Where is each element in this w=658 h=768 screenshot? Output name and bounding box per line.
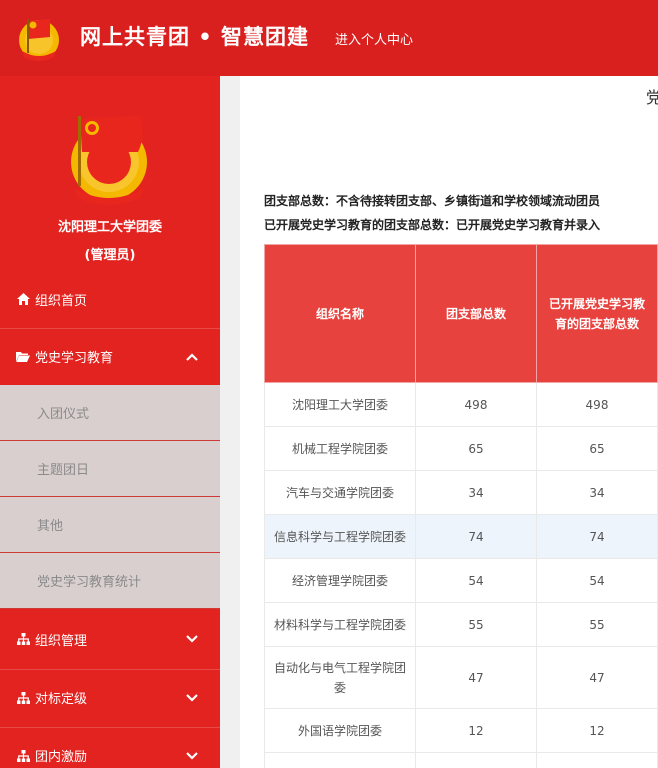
column-header-learning-total: 已开展党史学习教育的团支部总数 — [536, 244, 658, 383]
main-content: 党 团支部总数：不含待接转团支部、乡镇街道和学校领域流动团员 已开展党史学习教育… — [240, 76, 658, 768]
top-header: 网上共青团 • 智慧团建 进入个人中心 — [0, 0, 658, 76]
youth-league-logo-icon — [19, 19, 59, 61]
chevron-up-icon — [186, 353, 198, 361]
folder-open-icon — [16, 350, 30, 364]
cell-branch-total: 65 — [415, 426, 537, 471]
menu-item-label: 对标定级 — [35, 692, 88, 707]
cell-branch-total: 25 — [415, 752, 537, 768]
cell-learning-total: 55 — [536, 602, 658, 647]
menu-item-benchmark-rating[interactable]: 对标定级 — [0, 669, 220, 725]
youth-league-emblem-icon — [71, 116, 147, 205]
cell-branch-total: 54 — [415, 558, 537, 603]
cell-branch-total: 498 — [415, 382, 537, 427]
menu-item-league-incentives[interactable]: 团内激励 — [0, 727, 220, 768]
menu-item-org-home[interactable]: 组织首页 — [0, 271, 220, 327]
stats-table: 组织名称 团支部总数 已开展党史学习教育的团支部总数 沈阳理工大学团委 498 … — [264, 244, 658, 768]
cell-org-name: 信息科学与工程学院团委 — [264, 514, 416, 559]
cell-learning-total: 54 — [536, 558, 658, 603]
site-title: 网上共青团 • 智慧团建 — [80, 25, 310, 49]
table-row: 经济管理学院团委 54 54 — [264, 558, 658, 603]
cell-org-name: 自动化与电气工程学院团委 — [264, 646, 416, 709]
org-role: (管理员) — [84, 248, 136, 263]
table-row: 材料科学与工程学院团委 55 55 — [264, 602, 658, 647]
table-row: 环境与化学工程学院团委 25 25 — [264, 752, 658, 768]
submenu-item-history-stats[interactable]: 党史学习教育统计 — [0, 553, 220, 609]
menu-item-party-history[interactable]: 党史学习教育 — [0, 328, 220, 384]
sitemap-icon — [16, 691, 30, 705]
column-header-org-name: 组织名称 — [264, 244, 416, 383]
cell-learning-total: 25 — [536, 752, 658, 768]
column-header-branch-total: 团支部总数 — [415, 244, 537, 383]
submenu-item-admission-ceremony[interactable]: 入团仪式 — [0, 385, 220, 441]
cell-branch-total: 34 — [415, 470, 537, 515]
submenu-item-theme-day[interactable]: 主题团日 — [0, 441, 220, 497]
cell-branch-total: 47 — [415, 646, 537, 709]
cell-branch-total: 55 — [415, 602, 537, 647]
cell-learning-total: 74 — [536, 514, 658, 559]
cell-org-name: 沈阳理工大学团委 — [264, 382, 416, 427]
sidebar: 沈阳理工大学团委 (管理员) 组织首页 党史学习教育 入团仪式 主题团日 其他 … — [0, 76, 220, 768]
cell-branch-total: 74 — [415, 514, 537, 559]
cell-org-name: 环境与化学工程学院团委 — [264, 752, 416, 768]
menu-item-label: 党史学习教育 — [35, 351, 114, 366]
table-row: 外国语学院团委 12 12 — [264, 708, 658, 753]
sitemap-icon — [16, 749, 30, 763]
cell-learning-total: 498 — [536, 382, 658, 427]
cell-org-name: 经济管理学院团委 — [264, 558, 416, 603]
chevron-down-icon — [186, 635, 198, 643]
cell-learning-total: 12 — [536, 708, 658, 753]
table-row: 信息科学与工程学院团委 74 74 — [264, 514, 658, 559]
menu-item-org-management[interactable]: 组织管理 — [0, 611, 220, 667]
home-icon — [16, 292, 30, 306]
cell-learning-total: 47 — [536, 646, 658, 709]
menu-item-label: 组织管理 — [35, 633, 88, 649]
cell-org-name: 材料科学与工程学院团委 — [264, 602, 416, 647]
cell-learning-total: 65 — [536, 426, 658, 471]
menu-item-label: 组织首页 — [35, 293, 88, 309]
table-row: 自动化与电气工程学院团委 47 47 — [264, 646, 658, 709]
cell-org-name: 汽车与交通学院团委 — [264, 470, 416, 515]
page-title: 党 — [646, 88, 658, 107]
submenu-item-other[interactable]: 其他 — [0, 497, 220, 553]
cell-org-name: 外国语学院团委 — [264, 708, 416, 753]
desc-branch-learning: 已开展党史学习教育的团支部总数：已开展党史学习教育并录入 — [264, 218, 601, 232]
table-row: 机械工程学院团委 65 65 — [264, 426, 658, 471]
cell-learning-total: 34 — [536, 470, 658, 515]
chevron-down-icon — [186, 694, 198, 702]
personal-center-link[interactable]: 进入个人中心 — [335, 29, 413, 48]
menu-item-label: 团内激励 — [35, 750, 88, 765]
cell-branch-total: 12 — [415, 708, 537, 753]
desc-branch-total: 团支部总数：不含待接转团支部、乡镇街道和学校领域流动团员 — [264, 194, 601, 208]
table-row: 汽车与交通学院团委 34 34 — [264, 470, 658, 515]
chevron-down-icon — [186, 752, 198, 760]
table-header-row: 组织名称 团支部总数 已开展党史学习教育的团支部总数 — [264, 244, 658, 383]
org-name: 沈阳理工大学团委 — [57, 220, 162, 235]
cell-org-name: 机械工程学院团委 — [264, 426, 416, 471]
sitemap-icon — [16, 632, 30, 646]
table-row: 沈阳理工大学团委 498 498 — [264, 382, 658, 427]
